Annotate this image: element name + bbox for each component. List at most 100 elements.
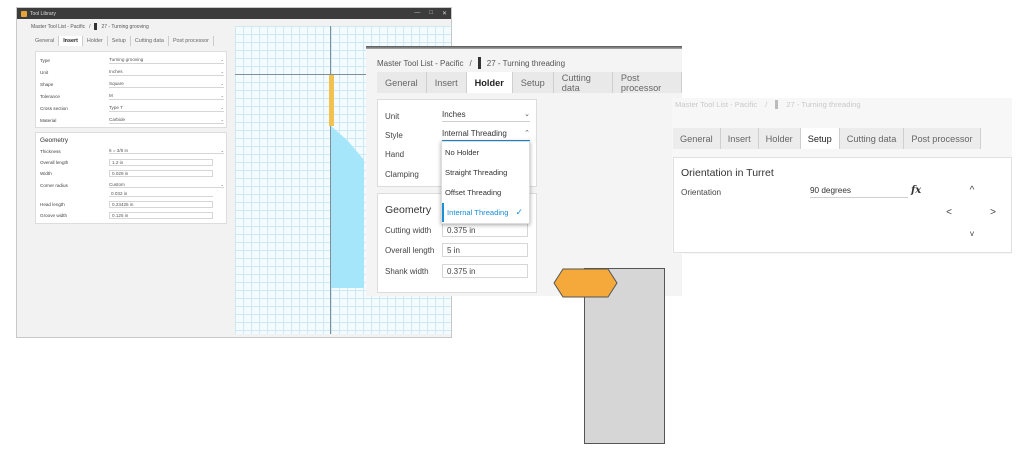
tab-general[interactable]: General	[31, 36, 60, 46]
window-title: Tool Library	[30, 10, 56, 17]
style-option-internal-threading[interactable]: Internal Threading ✓	[442, 203, 529, 222]
field-label: Cross section	[40, 105, 68, 111]
tab-holder[interactable]: Holder	[466, 72, 513, 93]
field-row-groove-width: Groove width 0.125 in	[40, 212, 224, 219]
tab-cutting-data[interactable]: Cutting data	[840, 128, 905, 149]
tab-post-processor[interactable]: Post processor	[904, 128, 981, 149]
cross-section-select[interactable]: Type T ⌄	[109, 105, 224, 112]
insert-shape	[329, 75, 334, 126]
tab-bar: General Insert Holder Setup Cutting data…	[31, 36, 214, 46]
rotate-down-icon[interactable]: v	[967, 229, 977, 238]
expression-fx-icon[interactable]: fx	[911, 185, 921, 196]
breadcrumb-tool: 27 - Turning grooving	[101, 23, 149, 30]
style-option-offset-threading[interactable]: Offset Threading	[442, 183, 529, 202]
tab-insert[interactable]: Insert	[59, 36, 83, 46]
rotate-left-icon[interactable]: <	[944, 207, 954, 218]
maximize-icon[interactable]: □	[429, 10, 433, 17]
tab-cutting-data[interactable]: Cutting data	[554, 72, 613, 93]
field-label: Groove width	[40, 213, 68, 218]
chevron-down-icon: ⌄	[220, 92, 224, 98]
field-label: Corner radius	[40, 182, 68, 188]
unit-select[interactable]: Inches ⌄	[109, 69, 224, 76]
breadcrumb: Master Tool List - Pacific / 27 - Turnin…	[675, 100, 861, 109]
tab-insert[interactable]: Insert	[427, 72, 467, 93]
breadcrumb-tool: 27 - Turning threading	[786, 100, 861, 109]
corner-radius-input[interactable]: 0.032 in	[109, 190, 213, 197]
tab-holder[interactable]: Holder	[83, 36, 108, 46]
chevron-up-icon: ⌃	[524, 130, 530, 137]
field-label: Shank width	[385, 266, 429, 276]
style-option-no-holder[interactable]: No Holder	[442, 143, 529, 162]
overall-length-input[interactable]: 1.2 in	[109, 159, 213, 166]
thickness-select[interactable]: 6 = 3/8 in ⌄	[109, 148, 224, 154]
style-select[interactable]: Internal Threading ⌃	[442, 129, 530, 141]
field-row-tolerance: Tolerance M ⌄	[40, 91, 224, 101]
field-label: Hand	[385, 150, 405, 159]
title-bar: Tool Library — □ ✕	[17, 8, 451, 19]
field-row-thickness: Thickness 6 = 3/8 in ⌄	[40, 148, 224, 154]
tab-bar: General Insert Holder Setup Cutting data…	[673, 128, 981, 149]
close-icon[interactable]: ✕	[442, 10, 447, 17]
breadcrumb-separator: /	[89, 23, 91, 30]
shank-width-input[interactable]: 0.375 in	[442, 264, 528, 278]
unit-select[interactable]: Inches ⌄	[442, 110, 530, 122]
insert-properties-panel: Type Turning grooving ⌄ Unit Inches ⌄ Shap…	[35, 51, 227, 128]
head-length-input[interactable]: 0.23425 in	[109, 201, 213, 208]
tolerance-select[interactable]: M ⌄	[109, 93, 224, 100]
breadcrumb-root[interactable]: Master Tool List - Pacific	[675, 100, 757, 109]
minimize-icon[interactable]: —	[414, 10, 420, 17]
tab-general[interactable]: General	[377, 72, 427, 93]
field-row-cutting-width: Cutting width 0.375 in	[385, 223, 528, 237]
material-select[interactable]: Carbide ⌄	[109, 117, 224, 124]
tab-setup[interactable]: Setup	[800, 128, 840, 149]
cutting-width-input[interactable]: 0.375 in	[442, 223, 528, 237]
tab-insert[interactable]: Insert	[721, 128, 759, 149]
field-label: Shape	[40, 81, 54, 87]
field-label: Width	[40, 171, 52, 176]
tab-general[interactable]: General	[673, 128, 721, 149]
tab-cutting-data[interactable]: Cutting data	[131, 36, 169, 46]
check-icon: ✓	[515, 207, 523, 217]
tab-post-processor[interactable]: Post processor	[169, 36, 214, 46]
tab-setup[interactable]: Setup	[108, 36, 131, 46]
tab-holder[interactable]: Holder	[759, 128, 801, 149]
breadcrumb-separator: /	[765, 100, 768, 109]
chevron-down-icon: ⌄	[220, 116, 224, 122]
orientation-input[interactable]: 90 degrees	[810, 186, 908, 198]
style-option-straight-threading[interactable]: Straight Threading	[442, 163, 529, 182]
breadcrumb-root[interactable]: Master Tool List - Pacific	[377, 59, 464, 68]
field-row-style: Style Internal Threading ⌃	[385, 129, 530, 141]
tab-setup[interactable]: Setup	[513, 72, 554, 93]
field-row-clamping: Clamping	[385, 170, 442, 179]
chevron-down-icon: ⌄	[220, 148, 224, 153]
option-label: Offset Threading	[445, 188, 502, 197]
rotate-up-icon[interactable]: ^	[967, 185, 977, 196]
field-label: Style	[385, 130, 403, 140]
select-value: Inches	[442, 110, 466, 119]
field-label: Clamping	[385, 170, 419, 179]
field-row-shape: Shape Square ⌄	[40, 79, 224, 89]
rotate-right-icon[interactable]: >	[988, 207, 998, 218]
tab-post-processor[interactable]: Post processor	[613, 72, 682, 93]
option-label: Internal Threading	[447, 208, 509, 217]
field-row-corner-radius-value: 0.032 in	[40, 190, 224, 197]
chevron-down-icon: ⌄	[220, 56, 224, 62]
tool-library-window-setup: Master Tool List - Pacific / 27 - Turnin…	[672, 98, 1012, 254]
geometry-title: Geometry	[40, 137, 69, 144]
chevron-down-icon: ⌄	[220, 104, 224, 110]
breadcrumb-root[interactable]: Master Tool List - Pacific	[31, 24, 85, 30]
field-label: Unit	[40, 69, 49, 75]
type-select[interactable]: Turning grooving ⌄	[109, 57, 224, 64]
window-top-edge	[366, 46, 682, 49]
select-value: Internal Threading	[442, 129, 507, 138]
groove-width-input[interactable]: 0.125 in	[109, 212, 213, 219]
breadcrumb-separator: /	[469, 58, 472, 68]
corner-radius-select[interactable]: Custom ⌄	[109, 182, 224, 188]
select-value: Inches	[109, 68, 123, 74]
tab-bar: General Insert Holder Setup Cutting data…	[377, 72, 682, 93]
width-input[interactable]: 0.029 in	[109, 170, 213, 177]
field-row-type: Type Turning grooving ⌄	[40, 55, 224, 65]
shape-select[interactable]: Square ⌄	[109, 81, 224, 88]
select-value: Type T	[109, 104, 123, 110]
overall-length-input[interactable]: 5 in	[442, 243, 528, 257]
